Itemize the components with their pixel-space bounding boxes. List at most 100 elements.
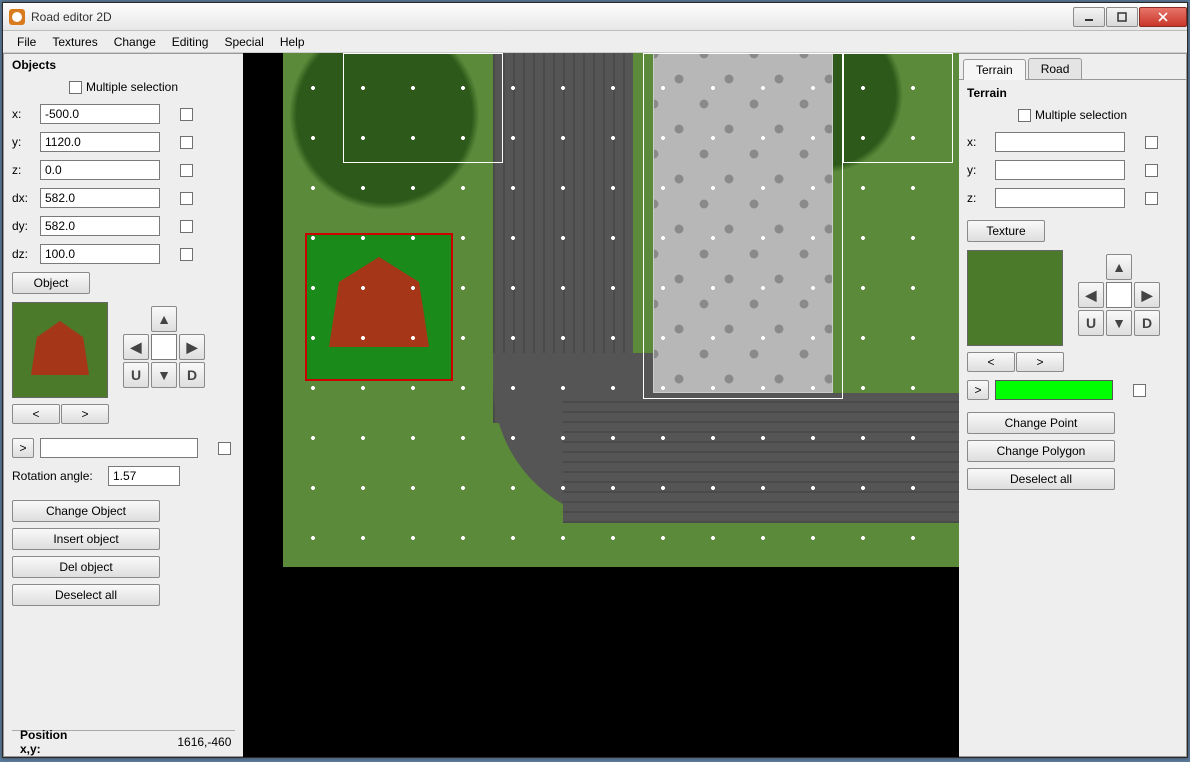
menu-textures[interactable]: Textures xyxy=(44,33,105,51)
workarea: Objects Multiple selection x: y: z: dx: … xyxy=(3,53,1187,757)
terrain-multiple-selection-checkbox[interactable] xyxy=(1018,109,1031,122)
tag-field[interactable] xyxy=(40,438,198,458)
terrain-z-lock-checkbox[interactable] xyxy=(1145,192,1158,205)
chevron-right-icon: ▶ xyxy=(1142,287,1153,304)
terrain-deselect-all-button[interactable]: Deselect all xyxy=(967,468,1115,490)
nav-up-button[interactable]: ▲ xyxy=(151,306,177,332)
terrain-x-field[interactable] xyxy=(995,132,1125,152)
terrain-y-lock-checkbox[interactable] xyxy=(1145,164,1158,177)
terrain-multiple-selection-label: Multiple selection xyxy=(1035,108,1127,122)
z-lock-checkbox[interactable] xyxy=(180,164,193,177)
rotation-field[interactable] xyxy=(108,466,180,486)
menu-file[interactable]: File xyxy=(9,33,44,51)
texture-button[interactable]: Texture xyxy=(967,220,1045,242)
menubar: File Textures Change Editing Special Hel… xyxy=(3,31,1187,53)
dx-field[interactable] xyxy=(40,188,160,208)
y-field[interactable] xyxy=(40,132,160,152)
chevron-left-icon: ◀ xyxy=(1086,287,1097,304)
terrain-z-field[interactable] xyxy=(995,188,1125,208)
status-bar: Position x,y: 1616,-460 xyxy=(12,730,235,752)
dx-lock-checkbox[interactable] xyxy=(180,192,193,205)
object-button[interactable]: Object xyxy=(12,272,90,294)
scene-terrain xyxy=(283,53,959,567)
chevron-up-icon: ▲ xyxy=(157,311,171,327)
canvas-viewport[interactable] xyxy=(243,53,959,757)
title-text: Road editor 2D xyxy=(31,10,1072,24)
terrain-nav-u-button[interactable]: U xyxy=(1078,310,1104,336)
nav-left-button[interactable]: ◀ xyxy=(123,334,149,360)
terrain-nav-d-button[interactable]: D xyxy=(1134,310,1160,336)
terrain-nav-down-button[interactable]: ▼ xyxy=(1106,310,1132,336)
dz-label: dz: xyxy=(12,247,34,261)
nav-u-button[interactable]: U xyxy=(123,362,149,388)
d-label: D xyxy=(187,367,197,383)
deselect-all-button[interactable]: Deselect all xyxy=(12,584,160,606)
color-tag-button[interactable]: > xyxy=(967,380,989,400)
minimize-button[interactable] xyxy=(1073,7,1105,27)
x-field[interactable] xyxy=(40,104,160,124)
chevron-up-icon: ▲ xyxy=(1112,259,1126,275)
status-label: Position x,y: xyxy=(20,728,67,756)
menu-change[interactable]: Change xyxy=(106,33,164,51)
nav-down-button[interactable]: ▼ xyxy=(151,362,177,388)
maximize-button[interactable] xyxy=(1106,7,1138,27)
app-window: Road editor 2D File Textures Change Edit… xyxy=(2,2,1188,758)
terrain-y-field[interactable] xyxy=(995,160,1125,180)
tab-road[interactable]: Road xyxy=(1028,58,1083,79)
z-field[interactable] xyxy=(40,160,160,180)
dx-label: dx: xyxy=(12,191,34,205)
chevron-left-icon: ◀ xyxy=(131,339,142,356)
nav-value-field[interactable] xyxy=(151,334,177,360)
tag-checkbox[interactable] xyxy=(218,442,231,455)
terrain-nav-left-button[interactable]: ◀ xyxy=(1078,282,1104,308)
chevron-down-icon: ▼ xyxy=(157,367,171,383)
multiple-selection-label: Multiple selection xyxy=(86,80,178,94)
terrain-z-label: z: xyxy=(967,191,989,205)
u-label: U xyxy=(1086,315,1096,331)
change-object-button[interactable]: Change Object xyxy=(12,500,160,522)
nav-right-button[interactable]: ▶ xyxy=(179,334,205,360)
menu-special[interactable]: Special xyxy=(216,33,271,51)
tag-button[interactable]: > xyxy=(12,438,34,458)
multiple-selection-checkbox[interactable] xyxy=(69,81,82,94)
tab-terrain[interactable]: Terrain xyxy=(963,59,1026,80)
insert-object-button[interactable]: Insert object xyxy=(12,528,160,550)
preview-prev-button[interactable]: < xyxy=(12,404,60,424)
change-point-button[interactable]: Change Point xyxy=(967,412,1115,434)
texture-prev-button[interactable]: < xyxy=(967,352,1015,372)
close-button[interactable] xyxy=(1139,7,1187,27)
terrain-panel: Terrain Road Terrain Multiple selection … xyxy=(959,53,1187,757)
u-label: U xyxy=(131,367,141,383)
terrain-y-label: y: xyxy=(967,163,989,177)
menu-editing[interactable]: Editing xyxy=(164,33,217,51)
d-label: D xyxy=(1142,315,1152,331)
change-polygon-button[interactable]: Change Polygon xyxy=(967,440,1115,462)
texture-next-button[interactable]: > xyxy=(1016,352,1064,372)
nav-d-button[interactable]: D xyxy=(179,362,205,388)
dz-field[interactable] xyxy=(40,244,160,264)
terrain-x-lock-checkbox[interactable] xyxy=(1145,136,1158,149)
y-label: y: xyxy=(12,135,34,149)
dy-field[interactable] xyxy=(40,216,160,236)
color-checkbox[interactable] xyxy=(1133,384,1146,397)
app-icon xyxy=(9,9,25,25)
chevron-down-icon: ▼ xyxy=(1112,315,1126,331)
terrain-nav-up-button[interactable]: ▲ xyxy=(1106,254,1132,280)
menu-help[interactable]: Help xyxy=(272,33,313,51)
objects-panel: Objects Multiple selection x: y: z: dx: … xyxy=(3,53,243,757)
terrain-x-label: x: xyxy=(967,135,989,149)
titlebar[interactable]: Road editor 2D xyxy=(3,3,1187,31)
texture-preview xyxy=(967,250,1063,346)
grid-dots xyxy=(283,53,959,567)
objects-title: Objects xyxy=(12,58,235,72)
dy-lock-checkbox[interactable] xyxy=(180,220,193,233)
preview-next-button[interactable]: > xyxy=(61,404,109,424)
terrain-nav-value-field[interactable] xyxy=(1106,282,1132,308)
del-object-button[interactable]: Del object xyxy=(12,556,160,578)
y-lock-checkbox[interactable] xyxy=(180,136,193,149)
x-lock-checkbox[interactable] xyxy=(180,108,193,121)
terrain-nav-right-button[interactable]: ▶ xyxy=(1134,282,1160,308)
dz-lock-checkbox[interactable] xyxy=(180,248,193,261)
chevron-right-icon: ▶ xyxy=(187,339,198,356)
color-swatch[interactable] xyxy=(995,380,1113,400)
